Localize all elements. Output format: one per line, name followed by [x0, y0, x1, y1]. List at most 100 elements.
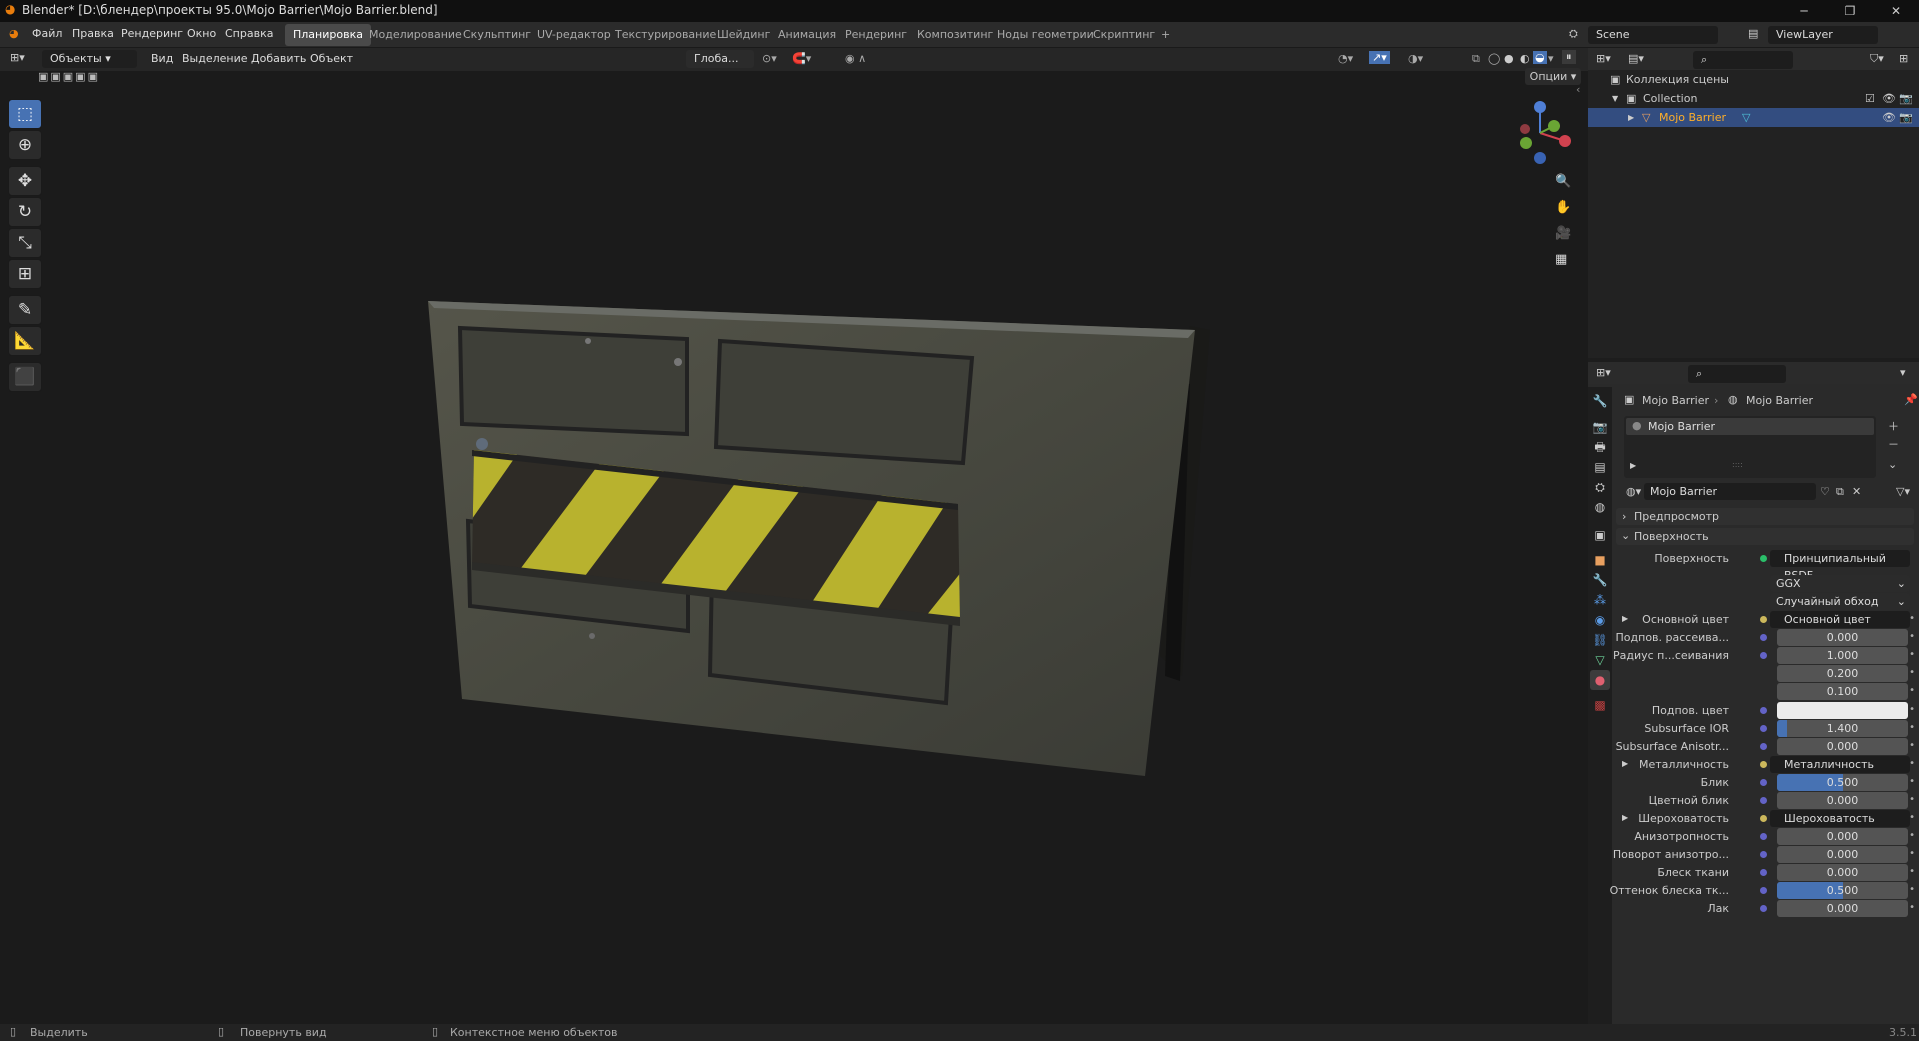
keyframe-dot-icon[interactable]: • — [1909, 631, 1915, 642]
value-slider[interactable]: 0.000 — [1777, 629, 1908, 646]
tab-scripting[interactable]: Скриптинг — [1085, 24, 1163, 46]
overlay-icon[interactable]: ◑▾ — [1408, 52, 1423, 65]
display-mode-icon[interactable]: ▤▾ — [1628, 52, 1644, 65]
menu-render[interactable]: Рендеринг — [121, 27, 183, 40]
unlink-material-icon[interactable]: ✕ — [1852, 485, 1861, 498]
rotate-tool-icon[interactable]: ↻ — [8, 197, 42, 227]
zoom-icon[interactable]: 🔍 — [1555, 174, 1571, 189]
duplicate-material-icon[interactable]: ⧉ — [1836, 485, 1844, 499]
fake-user-icon[interactable]: ♡ — [1820, 485, 1830, 498]
transform-tool-icon[interactable]: ⊞ — [8, 259, 42, 289]
mode-selector[interactable]: Объекты ▾ — [42, 50, 137, 68]
collection-tab-icon[interactable]: ▣ — [1590, 525, 1610, 545]
move-tool-icon[interactable]: ✥ — [8, 166, 42, 196]
keyframe-dot-icon[interactable]: • — [1909, 704, 1915, 715]
add-slot-icon[interactable]: ＋ — [1888, 418, 1899, 434]
tab-compositing[interactable]: Композитинг — [909, 24, 1001, 46]
socket-link-field[interactable]: Шероховатость — [1770, 810, 1910, 827]
world-tab-icon[interactable]: ◍ — [1590, 497, 1610, 517]
color-swatch[interactable] — [1777, 702, 1908, 719]
value-slider[interactable]: 0.100 — [1777, 683, 1908, 700]
output-tab-icon[interactable]: 🖶 — [1590, 437, 1610, 457]
keyframe-dot-icon[interactable]: • — [1909, 667, 1915, 678]
tool-tab-icon[interactable]: 🔧 — [1590, 391, 1610, 411]
sidebar-toggle-icon[interactable]: ‹ — [1576, 83, 1580, 96]
minimize-button[interactable]: ─ — [1781, 0, 1827, 22]
tab-animation[interactable]: Анимация — [770, 24, 844, 46]
browse-material-icon[interactable]: ◍▾ — [1626, 485, 1641, 498]
value-slider[interactable]: 0.000 — [1777, 846, 1908, 863]
pivot-icon[interactable]: ⊙▾ — [762, 52, 777, 65]
material-shading-icon[interactable]: ◐ — [1520, 52, 1530, 65]
tab-texture-paint[interactable]: Текстурирование — [607, 24, 724, 46]
value-slider[interactable]: 0.500 — [1777, 774, 1908, 791]
value-slider[interactable]: 0.000 — [1777, 864, 1908, 881]
keyframe-dot-icon[interactable]: • — [1909, 830, 1915, 841]
maximize-button[interactable]: ❐ — [1827, 0, 1873, 22]
value-slider[interactable]: 0.000 — [1777, 792, 1908, 809]
new-collection-icon[interactable]: ⊞ — [1899, 52, 1908, 65]
options-dropdown[interactable]: Опции ▾ — [1525, 68, 1581, 85]
distribution-dropdown[interactable]: GGX ⌄ — [1770, 575, 1910, 592]
menu-add[interactable]: Добавить — [251, 52, 306, 65]
select-box-tool-icon[interactable]: ⬚ — [8, 99, 42, 129]
panel-preview[interactable]: › Предпросмотр — [1616, 508, 1914, 525]
filter-icon[interactable]: ⛉▾ — [1870, 52, 1884, 66]
physics-tab-icon[interactable]: ◉ — [1590, 610, 1610, 630]
keyframe-dot-icon[interactable]: • — [1909, 902, 1915, 913]
socket-link-field[interactable]: Металличность — [1770, 756, 1910, 773]
camera-icon[interactable]: 📷 — [1899, 108, 1913, 127]
value-slider[interactable]: 1.400 — [1777, 720, 1908, 737]
surface-shader-value[interactable]: Принципиальный BSDF — [1770, 550, 1910, 582]
scale-tool-icon[interactable]: ⤡ — [8, 228, 42, 258]
tab-shading[interactable]: Шейдинг — [709, 24, 778, 46]
resize-handle-icon[interactable]: :::: — [1732, 460, 1743, 469]
value-slider[interactable]: 0.000 — [1777, 900, 1908, 917]
keyframe-dot-icon[interactable]: • — [1909, 812, 1915, 823]
material-slot-row[interactable]: ● Mojo Barrier — [1626, 418, 1874, 435]
remove-slot-icon[interactable]: － — [1888, 436, 1899, 452]
close-button[interactable]: ✕ — [1873, 0, 1919, 22]
xray-icon[interactable]: ⧉ — [1472, 52, 1480, 66]
wireframe-shading-icon[interactable]: ◯ — [1488, 52, 1500, 65]
keyframe-dot-icon[interactable]: • — [1909, 740, 1915, 751]
expand-icon[interactable]: ▶ — [1622, 813, 1628, 822]
keyframe-dot-icon[interactable]: • — [1909, 685, 1915, 696]
view-layer-tab-icon[interactable]: ▤ — [1590, 457, 1610, 477]
object-tab-icon[interactable]: ■ — [1590, 550, 1610, 570]
menu-edit[interactable]: Правка — [72, 27, 114, 40]
add-workspace-button[interactable]: + — [1153, 24, 1178, 46]
pin-icon[interactable]: 📌 — [1904, 393, 1918, 406]
keyframe-dot-icon[interactable]: • — [1909, 866, 1915, 877]
eye-icon[interactable]: 👁 — [1882, 108, 1896, 127]
keyframe-dot-icon[interactable]: • — [1909, 649, 1915, 660]
eye-icon[interactable]: 👁 — [1882, 89, 1896, 108]
slot-menu-icon[interactable]: ⌄ — [1888, 458, 1897, 471]
constraints-tab-icon[interactable]: ⛓ — [1590, 630, 1610, 650]
ortho-grid-icon[interactable]: ▦ — [1555, 252, 1567, 267]
render-tab-icon[interactable]: 📷 — [1590, 417, 1610, 437]
add-cube-tool-icon[interactable]: ⬛ — [8, 362, 42, 392]
subsurface-method-dropdown[interactable]: Случайный обход ⌄ — [1770, 593, 1910, 610]
menu-object[interactable]: Объект — [310, 52, 353, 65]
value-slider[interactable]: 0.000 — [1777, 738, 1908, 755]
keyframe-dot-icon[interactable]: • — [1909, 884, 1915, 895]
menu-help[interactable]: Справка — [225, 27, 273, 40]
transform-orientation[interactable]: Глоба... — [686, 50, 754, 68]
proportional-edit-icon[interactable]: ◉ ∧ — [845, 52, 866, 65]
value-slider[interactable]: 1.000 — [1777, 647, 1908, 664]
visibility-icon[interactable]: ◔▾ — [1338, 52, 1353, 65]
cursor-tool-icon[interactable]: ⊕ — [8, 130, 42, 160]
expand-icon[interactable]: ▶ — [1622, 759, 1628, 768]
pause-render-icon[interactable]: ⏸ — [1562, 50, 1576, 64]
modifier-tab-icon[interactable]: 🔧 — [1590, 570, 1610, 590]
tab-modeling[interactable]: Моделирование — [361, 24, 470, 46]
solid-shading-icon[interactable]: ● — [1504, 52, 1514, 65]
value-slider[interactable]: 0.200 — [1777, 665, 1908, 682]
3d-viewport[interactable]: ▣▣▣▣▣ Опции ▾ ⬚ ⊕ ✥ ↻ ⤡ ⊞ ✎ 📐 ⬛ 🔍 ✋ 🎥 ▦ … — [0, 68, 1588, 1024]
snap-icon[interactable]: 🧲▾ — [792, 52, 811, 65]
texture-tab-icon[interactable]: ▩ — [1590, 695, 1610, 715]
expand-icon[interactable]: ▶ — [1630, 461, 1636, 470]
checkbox-icon[interactable]: ☑ — [1865, 89, 1875, 108]
tab-layout[interactable]: Планировка — [285, 24, 371, 46]
